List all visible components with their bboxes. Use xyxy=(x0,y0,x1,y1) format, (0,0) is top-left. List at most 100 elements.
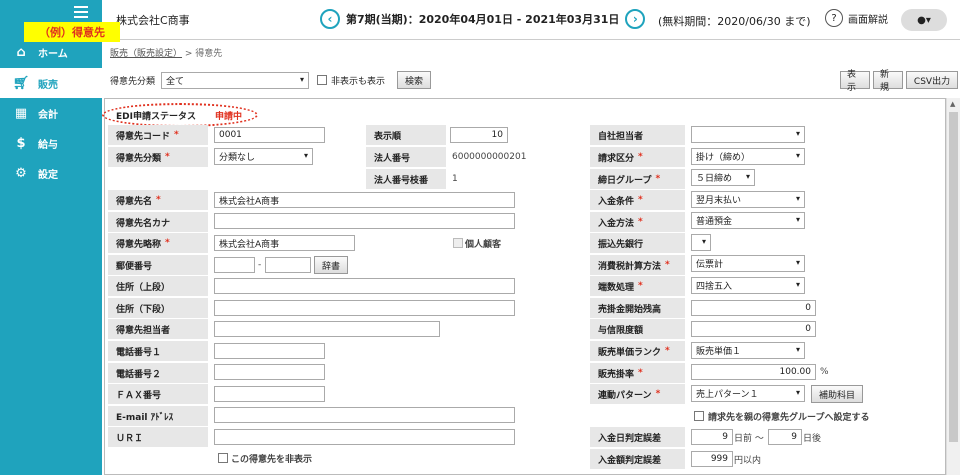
link-label: 連動パターン * xyxy=(590,384,685,404)
pay-method-select[interactable]: 普通預金 xyxy=(691,212,805,229)
staff-select[interactable] xyxy=(691,126,805,143)
search-button[interactable]: 検索 xyxy=(397,71,432,89)
nav-settings[interactable]: ⚙ 設定 xyxy=(0,158,102,188)
nav-label: 設定 xyxy=(38,169,58,181)
prev-period-button[interactable]: ‹ xyxy=(320,9,340,29)
rank-select[interactable]: 販売単価１ xyxy=(691,342,805,359)
scroll-up-icon[interactable]: ▲ xyxy=(950,100,955,108)
hide-customer-label: この得意先を非表示 xyxy=(231,454,313,465)
toolbar: 得意先分類 全て 非表示も表示 検索 表示 新規 CSV出力 xyxy=(110,70,960,93)
address2-label: 住所（下段） xyxy=(108,298,208,318)
zip2-input[interactable] xyxy=(265,257,311,273)
bank-label: 振込先銀行 xyxy=(590,233,685,253)
rate-input[interactable]: 100.00 xyxy=(691,364,816,380)
csv-export-button[interactable]: CSV出力 xyxy=(906,71,958,89)
nav-sales[interactable]: 🛒︎ 販売 xyxy=(0,68,102,98)
sidebar: ⌂ ホーム 🛒︎ 販売 ▦ 会計 $ 給与 ⚙ 設定 xyxy=(0,0,102,475)
pay-cond-select[interactable]: 翌月末払い xyxy=(691,191,805,208)
class-select[interactable]: 分類なし xyxy=(214,148,313,165)
date-after-unit: 日後 xyxy=(803,433,822,444)
show-hidden-checkbox[interactable] xyxy=(317,75,328,85)
order-label: 表示順 xyxy=(366,125,446,145)
corp-branch-label: 法人番号枝番 xyxy=(366,169,446,189)
user-menu[interactable]: ●▾ xyxy=(901,9,947,31)
breadcrumb-parent[interactable]: 販売（販売設定） xyxy=(110,49,182,59)
period-label: 第7期(当期)：2020年04月01日 - 2021年03月31日 xyxy=(346,13,620,26)
short-name-input[interactable]: 株式会社A商事 xyxy=(214,235,355,251)
help-label: 画面解説 xyxy=(848,14,888,26)
amount-tolerance-input[interactable]: 999 xyxy=(691,451,733,467)
breadcrumb: 販売（販売設定） > 得意先 xyxy=(110,46,222,59)
help-button[interactable]: ? 画面解説 xyxy=(825,9,888,27)
kana-input[interactable] xyxy=(214,213,515,229)
tel2-input[interactable] xyxy=(214,364,325,380)
gear-icon: ⚙ xyxy=(15,165,27,181)
filter-select[interactable]: 全て xyxy=(161,71,310,89)
personal-label: 個人顧客 xyxy=(465,239,502,250)
breadcrumb-current: 得意先 xyxy=(195,49,223,59)
class-label: 得意先分類 * xyxy=(108,147,208,167)
scrollbar[interactable]: ▲ xyxy=(946,98,960,475)
credit-input[interactable]: 0 xyxy=(691,321,816,337)
ar-input[interactable]: 0 xyxy=(691,300,816,316)
url-input[interactable] xyxy=(214,429,515,445)
close-select[interactable]: ５日締め xyxy=(691,169,755,186)
round-label: 端数処理 * xyxy=(590,276,685,296)
nav-label: 給与 xyxy=(38,139,58,151)
date-after-input[interactable]: 9 xyxy=(768,429,802,445)
hide-customer-checkbox[interactable] xyxy=(218,453,228,463)
cart-icon: 🛒︎ xyxy=(12,75,30,91)
name-label: 得意先名 * xyxy=(108,190,208,210)
staff-label: 自社担当者 xyxy=(590,125,685,145)
credit-label: 与信限度額 xyxy=(590,319,685,339)
corp-no-value: 6000000000201 xyxy=(452,152,527,162)
zip1-input[interactable] xyxy=(214,257,255,273)
personal-checkbox[interactable] xyxy=(453,238,463,248)
round-select[interactable]: 四捨五入 xyxy=(691,277,805,294)
tel2-label: 電話番号２ xyxy=(108,363,208,383)
dictionary-button[interactable]: 辞書 xyxy=(314,256,348,274)
address1-input[interactable] xyxy=(214,278,515,294)
tel1-input[interactable] xyxy=(214,343,325,359)
nav-accounting[interactable]: ▦ 会計 xyxy=(0,98,102,128)
nav-payroll[interactable]: $ 給与 xyxy=(0,128,102,158)
company-name: 株式会社C商事 xyxy=(116,14,190,27)
scroll-thumb[interactable] xyxy=(949,112,958,442)
email-input[interactable] xyxy=(214,407,515,423)
parent-group-checkbox[interactable] xyxy=(694,411,704,421)
trial-period: (無料期間：2020/06/30 まで) xyxy=(658,15,811,28)
example-tag: （例）得意先 xyxy=(24,22,120,42)
new-button[interactable]: 新規 xyxy=(873,70,903,93)
money-bag-icon: $ xyxy=(16,135,26,151)
corp-branch-value: 1 xyxy=(452,174,458,184)
code-label: 得意先コード * xyxy=(108,125,208,145)
code-input[interactable]: 0001 xyxy=(214,127,325,143)
bill-label: 請求区分 * xyxy=(590,147,685,167)
top-bar: 株式会社C商事 ‹ 第7期(当期)：2020年04月01日 - 2021年03月… xyxy=(102,0,960,40)
bank-select[interactable] xyxy=(691,234,711,251)
period-selector: ‹ 第7期(当期)：2020年04月01日 - 2021年03月31日 › xyxy=(314,9,651,29)
corp-no-label: 法人番号 xyxy=(366,147,446,167)
edi-status-label: EDI申請ステータス xyxy=(116,111,196,122)
name-input[interactable]: 株式会社A商事 xyxy=(214,192,515,208)
rate-unit: % xyxy=(820,367,829,377)
contact-label: 得意先担当者 xyxy=(108,319,208,339)
fax-input[interactable] xyxy=(214,386,325,402)
aux-account-button[interactable]: 補助科目 xyxy=(811,385,863,403)
address2-input[interactable] xyxy=(214,300,515,316)
date-before-unit: 日前 ～ xyxy=(734,433,764,444)
ar-label: 売掛金開始残高 xyxy=(590,298,685,318)
home-icon: ⌂ xyxy=(16,44,26,60)
rank-label: 販売単価ランク * xyxy=(590,341,685,361)
link-select[interactable]: 売上パターン１ xyxy=(691,385,805,402)
order-input[interactable]: 10 xyxy=(450,127,508,143)
next-period-button[interactable]: › xyxy=(625,9,646,29)
rate-label: 販売掛率 * xyxy=(590,363,685,383)
pay-cond-label: 入金条件 * xyxy=(590,190,685,210)
bill-select[interactable]: 掛け（締め） xyxy=(691,148,805,165)
date-before-input[interactable]: 9 xyxy=(691,429,733,445)
tax-select[interactable]: 伝票計 xyxy=(691,255,805,272)
menu-icon[interactable] xyxy=(74,6,88,21)
show-button[interactable]: 表示 xyxy=(840,70,870,93)
contact-input[interactable] xyxy=(214,321,440,337)
